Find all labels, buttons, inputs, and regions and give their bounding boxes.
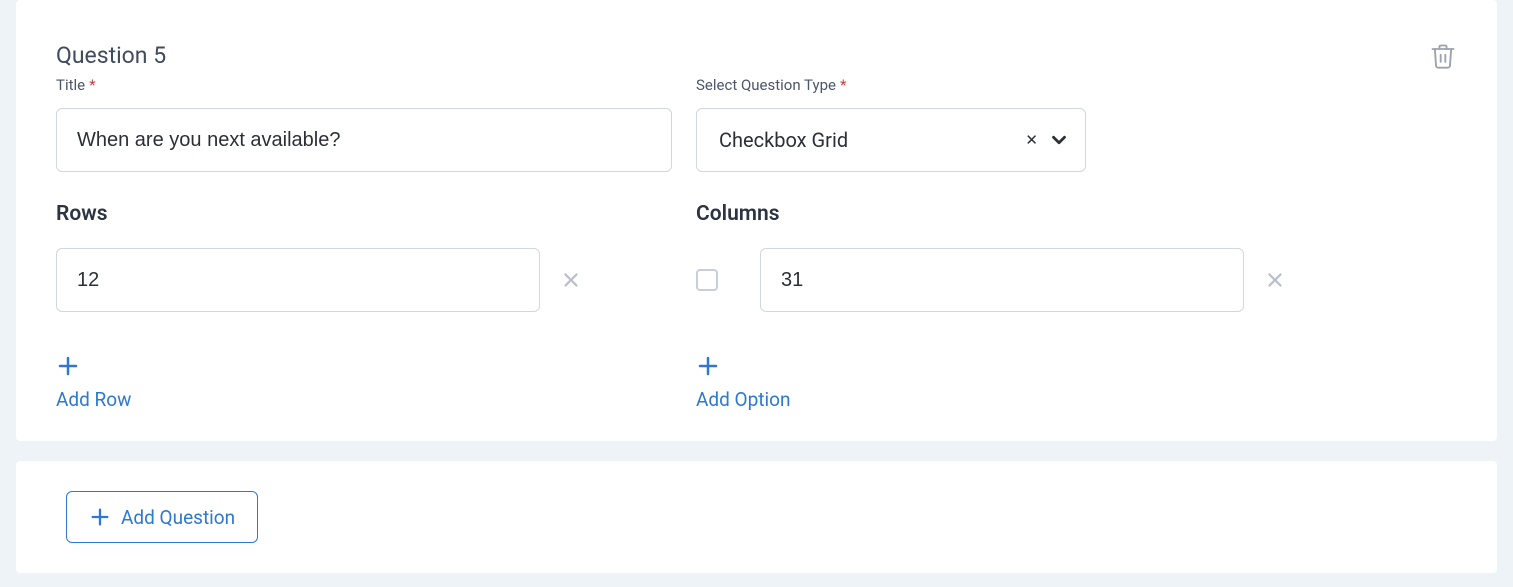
plus-icon (696, 354, 720, 378)
add-row-button[interactable]: Add Row (56, 354, 131, 411)
required-asterisk: * (89, 76, 95, 94)
column-option-item (696, 248, 1457, 312)
title-label: Title * (56, 76, 96, 94)
remove-column-button[interactable] (1264, 269, 1286, 291)
row-option-input[interactable] (56, 248, 540, 312)
type-label: Select Question Type * (696, 76, 846, 94)
row-option-item (56, 248, 672, 312)
column-option-input[interactable] (760, 248, 1244, 312)
chevron-down-icon[interactable] (1048, 129, 1070, 151)
plus-icon (56, 354, 80, 378)
add-question-button[interactable]: Add Question (66, 491, 258, 543)
question-card: Question 5 Title * Select Question Type … (16, 0, 1497, 441)
rows-heading: Rows (56, 202, 672, 226)
remove-row-button[interactable] (560, 269, 582, 291)
question-heading: Question 5 (56, 42, 1457, 69)
question-title-input[interactable] (56, 108, 672, 172)
question-type-value: Checkbox Grid (719, 128, 848, 152)
trash-icon (1429, 42, 1457, 70)
close-icon (560, 269, 582, 291)
columns-heading: Columns (696, 202, 1457, 226)
close-icon (1264, 269, 1286, 291)
required-asterisk: * (840, 76, 846, 94)
checkbox-preview (696, 269, 718, 291)
clear-select-button[interactable]: ✕ (1025, 131, 1038, 149)
add-question-card: Add Question (16, 461, 1497, 573)
delete-question-button[interactable] (1429, 42, 1457, 70)
plus-icon (89, 506, 111, 528)
add-option-button[interactable]: Add Option (696, 354, 790, 411)
